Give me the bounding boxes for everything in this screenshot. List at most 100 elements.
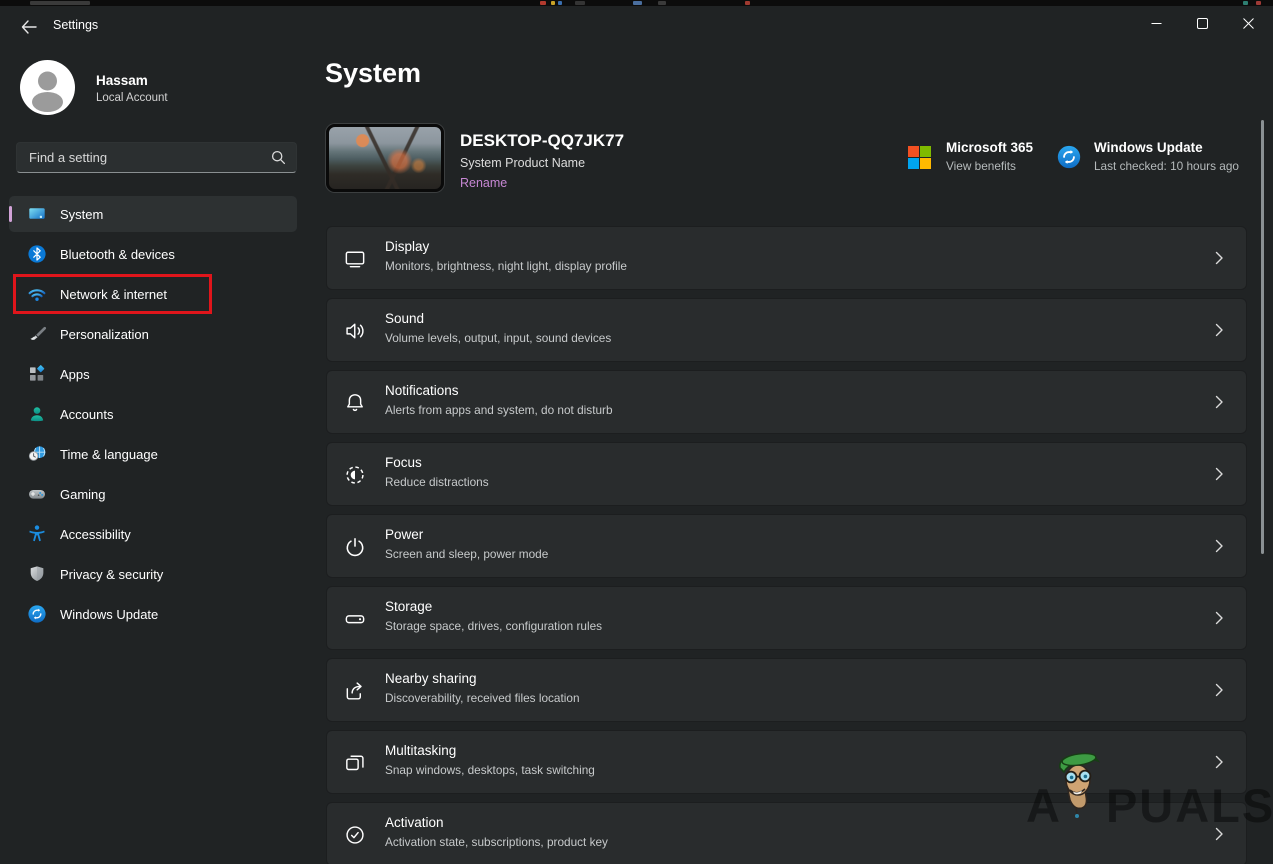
close-button[interactable] [1225, 6, 1271, 40]
settings-row-storage[interactable]: Storage Storage space, drives, configura… [326, 586, 1247, 650]
windows-update-promo[interactable]: Windows Update Last checked: 10 hours ag… [1056, 140, 1239, 173]
sidebar-item-accounts[interactable]: Accounts [9, 396, 297, 432]
sidebar-item-gaming[interactable]: Gaming [9, 476, 297, 512]
settings-row-power[interactable]: Power Screen and sleep, power mode [326, 514, 1247, 578]
sidebar-item-label: Gaming [60, 486, 106, 502]
chevron-right-icon [1210, 393, 1228, 411]
promo-subtitle: View benefits [946, 159, 1016, 173]
search-input[interactable] [29, 143, 259, 172]
sidebar-item-label: Accounts [60, 406, 114, 422]
row-title: Sound [385, 311, 425, 326]
row-title: Power [385, 527, 424, 542]
settings-row-focus[interactable]: Focus Reduce distractions [326, 442, 1247, 506]
scrollbar-thumb[interactable] [1261, 120, 1264, 554]
titlebar: Settings [0, 6, 1273, 50]
minimize-button[interactable] [1133, 6, 1179, 40]
share-icon [343, 679, 367, 703]
bell-icon [343, 391, 367, 415]
settings-window: Settings Hassam Local Account Find a set… [0, 0, 1273, 864]
sidebar-item-label: Windows Update [60, 606, 159, 622]
device-wallpaper-thumbnail [326, 124, 444, 192]
row-subtitle: Activation state, subscriptions, product… [385, 835, 608, 849]
microsoft-logo-icon [908, 146, 931, 169]
promo-title: Microsoft 365 [946, 140, 1034, 155]
sidebar-item-apps[interactable]: Apps [9, 356, 297, 392]
user-account-type: Local Account [96, 92, 168, 104]
sidebar-item-label: Apps [60, 366, 90, 382]
sidebar-item-label: Bluetooth & devices [60, 246, 175, 262]
row-title: Storage [385, 599, 433, 614]
search-icon [271, 150, 286, 165]
update-icon [27, 604, 47, 624]
chevron-right-icon [1210, 537, 1228, 555]
focus-icon [343, 463, 367, 487]
sidebar-item-label: Time & language [60, 446, 158, 462]
row-subtitle: Snap windows, desktops, task switching [385, 763, 595, 777]
sidebar-item-windows-update[interactable]: Windows Update [9, 596, 297, 632]
row-title: Multitasking [385, 743, 457, 758]
user-account-button[interactable]: Hassam Local Account [16, 58, 306, 118]
sidebar-item-network-internet[interactable]: Network & internet [9, 276, 297, 312]
sidebar-item-accessibility[interactable]: Accessibility [9, 516, 297, 552]
minimize-icon [1151, 18, 1162, 29]
chevron-right-icon [1210, 681, 1228, 699]
microsoft-365-promo[interactable]: Microsoft 365 View benefits [908, 140, 1033, 173]
shield-icon [27, 564, 47, 584]
row-subtitle: Volume levels, output, input, sound devi… [385, 331, 612, 345]
promo-title: Windows Update [1094, 140, 1203, 155]
device-name: DESKTOP-QQ7JK77 [460, 131, 625, 150]
close-icon [1242, 17, 1254, 29]
speaker-icon [343, 319, 367, 343]
back-button[interactable] [14, 14, 44, 40]
sidebar-item-label: Accessibility [60, 526, 131, 542]
settings-row-display[interactable]: Display Monitors, brightness, night ligh… [326, 226, 1247, 290]
check-circle-icon [343, 823, 367, 847]
paintbrush-icon [27, 324, 47, 344]
person-icon [27, 404, 47, 424]
promo-subtitle: Last checked: 10 hours ago [1094, 159, 1239, 173]
row-subtitle: Monitors, brightness, night light, displ… [385, 259, 627, 273]
sidebar-item-bluetooth-devices[interactable]: Bluetooth & devices [9, 236, 297, 272]
settings-row-activation[interactable]: Activation Activation state, subscriptio… [326, 802, 1247, 864]
avatar [20, 60, 75, 115]
sidebar-item-personalization[interactable]: Personalization [9, 316, 297, 352]
row-title: Activation [385, 815, 444, 830]
settings-row-notifications[interactable]: Notifications Alerts from apps and syste… [326, 370, 1247, 434]
settings-row-nearby-sharing[interactable]: Nearby sharing Discoverability, received… [326, 658, 1247, 722]
bluetooth-icon [27, 244, 47, 264]
chevron-right-icon [1210, 753, 1228, 771]
settings-row-sound[interactable]: Sound Volume levels, output, input, soun… [326, 298, 1247, 362]
gamepad-icon [27, 484, 47, 504]
power-icon [343, 535, 367, 559]
chevron-right-icon [1210, 249, 1228, 267]
background-window-sliver [0, 0, 1273, 6]
maximize-button[interactable] [1179, 6, 1225, 40]
apps-icon [27, 364, 47, 384]
display-icon [343, 247, 367, 271]
accessibility-icon [27, 524, 47, 544]
settings-row-multitasking[interactable]: Multitasking Snap windows, desktops, tas… [326, 730, 1247, 794]
sidebar-item-system[interactable]: System [9, 196, 297, 232]
multitask-icon [343, 751, 367, 775]
row-subtitle: Screen and sleep, power mode [385, 547, 549, 561]
wifi-icon [27, 284, 47, 304]
sidebar-item-privacy-security[interactable]: Privacy & security [9, 556, 297, 592]
sidebar-item-label: Personalization [60, 326, 149, 342]
sidebar-item-time-language[interactable]: Time & language [9, 436, 297, 472]
back-arrow-icon [21, 20, 37, 34]
rename-link[interactable]: Rename [460, 176, 507, 190]
sidebar-item-label: Network & internet [60, 286, 167, 302]
page-title: System [325, 58, 422, 88]
row-subtitle: Discoverability, received files location [385, 691, 580, 705]
chevron-right-icon [1210, 825, 1228, 843]
windows-update-icon [1056, 144, 1082, 170]
row-title: Notifications [385, 383, 459, 398]
row-subtitle: Alerts from apps and system, do not dist… [385, 403, 613, 417]
selected-indicator-pill [9, 206, 12, 222]
device-product-name: System Product Name [460, 156, 586, 170]
window-title: Settings [53, 18, 99, 32]
row-title: Display [385, 239, 430, 254]
user-name: Hassam [96, 73, 148, 88]
row-subtitle: Storage space, drives, configuration rul… [385, 619, 603, 633]
clock-globe-icon [27, 444, 47, 464]
